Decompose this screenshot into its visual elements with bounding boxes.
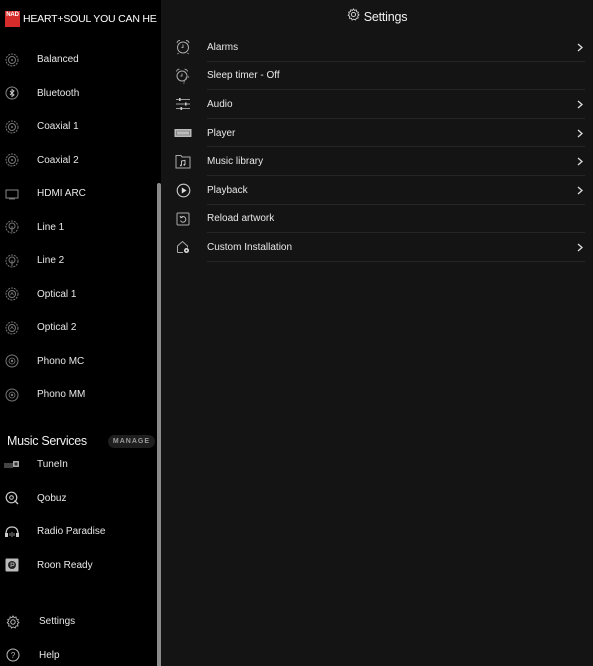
source-label: Coaxial 2 bbox=[37, 154, 79, 166]
source-item-coaxial-1[interactable]: Coaxial 1 bbox=[0, 110, 157, 144]
brand-tagline: HEART+SOUL YOU CAN HEAR bbox=[23, 13, 171, 25]
roon-icon bbox=[0, 549, 24, 582]
analog-input-icon bbox=[0, 43, 24, 76]
manage-services-button[interactable]: MANAGE bbox=[107, 434, 155, 448]
line-input-icon bbox=[0, 211, 24, 244]
settings-row-label: Player bbox=[207, 127, 236, 139]
page-title-text: Settings bbox=[363, 10, 408, 24]
service-label: Qobuz bbox=[37, 492, 67, 504]
phono-icon bbox=[0, 345, 24, 378]
page-title: Settings bbox=[161, 7, 593, 27]
settings-panel: Settings Alarms zzz Sleep timer - Off Au… bbox=[161, 0, 593, 666]
play-circle-icon bbox=[161, 176, 205, 204]
chevron-right-icon bbox=[567, 43, 593, 52]
svg-text:?: ? bbox=[11, 651, 16, 660]
coaxial-input-icon bbox=[0, 110, 24, 143]
optical-input-icon bbox=[0, 311, 24, 344]
settings-row-label: Alarms bbox=[207, 41, 239, 53]
service-item-qobuz[interactable]: Qobuz bbox=[0, 482, 157, 516]
settings-row-alarms[interactable]: Alarms bbox=[161, 33, 593, 62]
chevron-right-icon bbox=[567, 243, 593, 252]
source-list: Balanced Bluetooth Coaxial 1 Coaxial 2 H… bbox=[0, 43, 157, 412]
alarm-clock-icon bbox=[161, 33, 205, 61]
settings-row-custom-installation[interactable]: Custom Installation bbox=[161, 233, 593, 262]
chevron-right-icon bbox=[567, 129, 593, 138]
source-item-phono-mc[interactable]: Phono MC bbox=[0, 345, 157, 379]
settings-row-label: Sleep timer - Off bbox=[207, 70, 280, 82]
gear-icon bbox=[0, 605, 26, 638]
svg-text:z: z bbox=[188, 74, 190, 79]
nav-item-help[interactable]: ? Help bbox=[0, 639, 157, 666]
service-label: Roon Ready bbox=[37, 559, 93, 571]
service-item-roon-ready[interactable]: Roon Ready bbox=[0, 549, 157, 583]
settings-row-music-library[interactable]: Music library bbox=[161, 147, 593, 176]
service-item-tunein[interactable]: TuneIn bbox=[0, 448, 157, 482]
settings-row-reload-artwork[interactable]: Reload artwork bbox=[161, 205, 593, 234]
tunein-icon bbox=[0, 448, 24, 481]
player-device-icon bbox=[161, 119, 205, 147]
settings-row-player[interactable]: Player bbox=[161, 119, 593, 148]
source-label: Balanced bbox=[37, 54, 79, 66]
nav-label: Settings bbox=[39, 616, 76, 628]
chevron-right-icon bbox=[567, 186, 593, 195]
source-item-hdmi-arc[interactable]: HDMI ARC bbox=[0, 177, 157, 211]
service-label: TuneIn bbox=[37, 459, 68, 471]
bluetooth-icon bbox=[0, 77, 24, 110]
help-icon: ? bbox=[0, 639, 26, 666]
source-label: Line 2 bbox=[37, 255, 65, 267]
bottom-nav: Settings ? Help bbox=[0, 605, 157, 666]
nad-logo: NAD bbox=[5, 11, 20, 27]
chevron-right-icon bbox=[567, 100, 593, 109]
music-folder-icon bbox=[161, 148, 205, 176]
settings-row-label: Playback bbox=[207, 184, 248, 196]
service-item-radio-paradise[interactable]: Radio Paradise bbox=[0, 515, 157, 549]
settings-row-audio[interactable]: Audio bbox=[161, 90, 593, 119]
settings-row-label: Custom Installation bbox=[207, 241, 293, 253]
service-label: Radio Paradise bbox=[37, 526, 106, 538]
nav-item-settings[interactable]: Settings bbox=[0, 605, 157, 639]
source-item-balanced[interactable]: Balanced bbox=[0, 43, 157, 77]
source-label: Line 1 bbox=[37, 221, 65, 233]
source-item-phono-mm[interactable]: Phono MM bbox=[0, 378, 157, 412]
qobuz-icon bbox=[0, 482, 24, 515]
headphones-icon bbox=[0, 515, 24, 548]
source-item-line-2[interactable]: Line 2 bbox=[0, 244, 157, 278]
source-label: Optical 2 bbox=[37, 322, 77, 334]
line-input-icon bbox=[0, 244, 24, 277]
settings-row-label: Music library bbox=[207, 156, 264, 168]
source-label: Optical 1 bbox=[37, 288, 77, 300]
source-label: Phono MM bbox=[37, 389, 86, 401]
sliders-icon bbox=[161, 90, 205, 118]
settings-list: Alarms zzz Sleep timer - Off Audio Playe… bbox=[161, 33, 593, 262]
source-label: Coaxial 1 bbox=[37, 121, 79, 133]
optical-input-icon bbox=[0, 278, 24, 311]
coaxial-input-icon bbox=[0, 144, 24, 177]
reload-icon bbox=[161, 205, 205, 233]
source-item-bluetooth[interactable]: Bluetooth bbox=[0, 77, 157, 111]
sleep-timer-icon: zzz bbox=[161, 62, 205, 90]
home-gear-icon bbox=[161, 233, 205, 261]
music-services-list: TuneIn Qobuz Radio Paradise Roon Ready bbox=[0, 448, 157, 582]
tv-icon bbox=[0, 177, 24, 210]
gear-icon bbox=[347, 8, 360, 26]
chevron-right-icon bbox=[567, 157, 593, 166]
source-label: HDMI ARC bbox=[37, 188, 86, 200]
settings-row-label: Reload artwork bbox=[207, 213, 275, 225]
source-label: Phono MC bbox=[37, 355, 85, 367]
brand-header: NAD HEART+SOUL YOU CAN HEAR bbox=[5, 11, 171, 27]
settings-row-label: Audio bbox=[207, 98, 233, 110]
music-services-title: Music Services bbox=[7, 434, 87, 448]
source-label: Bluetooth bbox=[37, 87, 80, 99]
nav-label: Help bbox=[39, 649, 60, 661]
source-item-coaxial-2[interactable]: Coaxial 2 bbox=[0, 144, 157, 178]
settings-row-sleep-timer[interactable]: zzz Sleep timer - Off bbox=[161, 62, 593, 91]
source-item-optical-1[interactable]: Optical 1 bbox=[0, 278, 157, 312]
phono-icon bbox=[0, 378, 24, 411]
sidebar: NAD HEART+SOUL YOU CAN HEAR Balanced Blu… bbox=[0, 0, 171, 666]
source-item-optical-2[interactable]: Optical 2 bbox=[0, 311, 157, 345]
settings-row-playback[interactable]: Playback bbox=[161, 176, 593, 205]
source-item-line-1[interactable]: Line 1 bbox=[0, 211, 157, 245]
